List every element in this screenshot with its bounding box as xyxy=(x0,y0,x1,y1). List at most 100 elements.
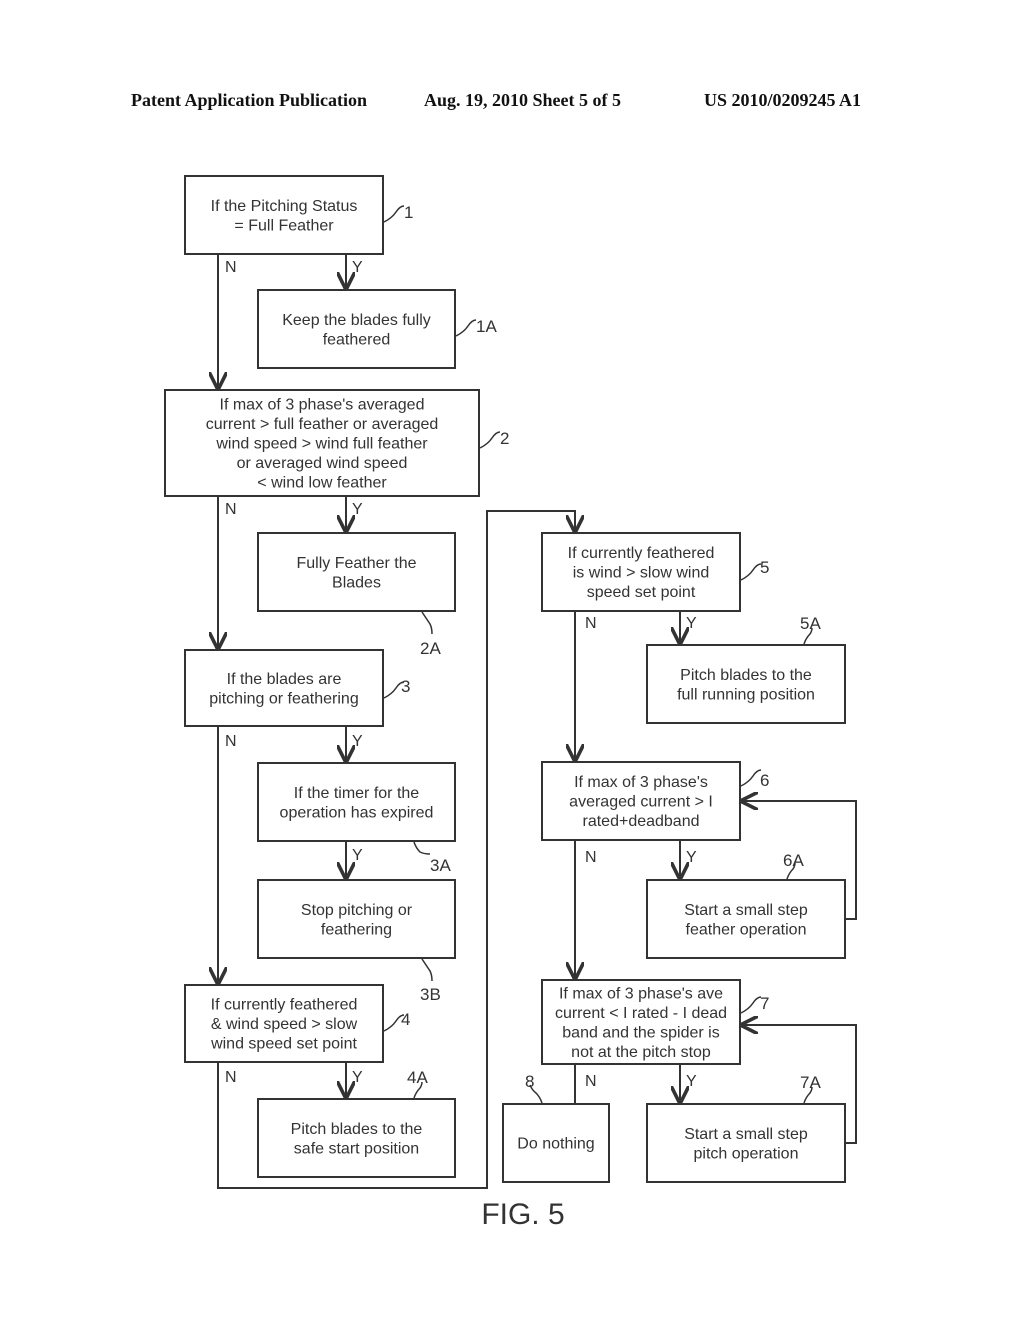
branch-label-yes: Y xyxy=(352,733,363,750)
node-text-line: Fully Feather the xyxy=(296,555,416,572)
node-text-line: If the timer for the xyxy=(294,785,419,802)
reference-leader-line xyxy=(413,841,431,855)
node-6: If max of 3 phase's averaged current > I r… xyxy=(541,761,769,841)
branch-label-no: N xyxy=(225,259,237,276)
branch-label-yes: Y xyxy=(352,501,363,518)
node-text-line: If currently feathered xyxy=(568,545,715,562)
reference-numeral: 3A xyxy=(430,856,451,875)
node-5: If currently feathered is wind > slow win… xyxy=(541,532,769,612)
branch-label-no: N xyxy=(225,733,237,750)
branch-label-no: N xyxy=(585,615,597,632)
node-box xyxy=(184,649,384,727)
node-text-line: pitch operation xyxy=(694,1145,799,1162)
reference-leader-line xyxy=(740,769,762,787)
node-text-line: If max of 3 phase's xyxy=(574,774,708,791)
node-text-line: current < I rated - I dead xyxy=(555,1005,727,1022)
node-text-line: If max of 3 phase's averaged xyxy=(220,397,425,414)
branch-label-yes: Y xyxy=(352,259,363,276)
reference-numeral: 6 xyxy=(760,771,769,790)
reference-numeral: 7A xyxy=(800,1073,821,1092)
reference-leader-line xyxy=(421,611,433,635)
node-5a: Pitch blades to the full running position… xyxy=(646,614,846,724)
node-2a: Fully Feather the Blades 2A xyxy=(257,532,456,658)
node-text-line: = Full Feather xyxy=(234,217,334,234)
branch-label-yes: Y xyxy=(686,849,697,866)
node-3: If the blades are pitching or feathering 3 xyxy=(184,649,410,727)
node-text-line: Pitch blades to the xyxy=(291,1121,423,1138)
reference-numeral: 7 xyxy=(760,994,769,1013)
reference-numeral: 1A xyxy=(476,317,497,336)
figure-label: FIG. 5 xyxy=(481,1198,564,1231)
branch-label-no: N xyxy=(225,1069,237,1086)
node-text-line: safe start position xyxy=(294,1140,419,1157)
reference-leader-line xyxy=(740,996,762,1014)
reference-numeral: 5 xyxy=(760,558,769,577)
reference-numeral: 4A xyxy=(407,1068,428,1087)
node-text-line: speed set point xyxy=(587,584,696,601)
node-box xyxy=(646,1103,846,1183)
reference-leader-line xyxy=(455,319,477,337)
node-box xyxy=(257,1098,456,1178)
node-6a: Start a small step feather operation 6A xyxy=(646,851,846,959)
node-box xyxy=(184,175,384,255)
branch-label-no: N xyxy=(585,849,597,866)
node-text-line: or averaged wind speed xyxy=(237,455,408,472)
node-2: If max of 3 phase's averaged current > fu… xyxy=(164,389,509,497)
reference-numeral: 3B xyxy=(420,985,441,1004)
node-text-line: Stop pitching or xyxy=(301,902,413,919)
node-box xyxy=(257,762,456,842)
node-box xyxy=(257,289,456,369)
node-box xyxy=(257,879,456,959)
node-text-line: feather operation xyxy=(686,921,807,938)
node-text-line: feathered xyxy=(323,331,391,348)
node-text-line: band and the spider is xyxy=(562,1024,719,1041)
branch-label-yes: Y xyxy=(352,847,363,864)
branch-label-yes: Y xyxy=(686,1073,697,1090)
node-text-line: feathering xyxy=(321,921,392,938)
node-text-line: < wind low feather xyxy=(257,475,387,492)
reference-numeral: 2 xyxy=(500,429,509,448)
node-text-line: pitching or feathering xyxy=(209,690,358,707)
node-text-line: Blades xyxy=(332,574,381,591)
reference-leader-line xyxy=(479,431,501,449)
node-text-line: Do nothing xyxy=(517,1136,594,1153)
node-text-line: Start a small step xyxy=(684,1126,808,1143)
node-text-line: & wind speed > slow xyxy=(211,1016,358,1033)
node-text-line: operation has expired xyxy=(280,804,434,821)
node-text-line: is wind > slow wind xyxy=(573,565,710,582)
reference-numeral: 4 xyxy=(401,1010,410,1029)
node-box xyxy=(257,532,456,612)
branch-label-yes: Y xyxy=(686,615,697,632)
node-1: If the Pitching Status = Full Feather 1 xyxy=(184,175,413,255)
node-text-line: wind speed set point xyxy=(210,1036,357,1053)
reference-numeral: 2A xyxy=(420,639,441,658)
node-box xyxy=(646,644,846,724)
connector-arrow xyxy=(217,510,575,1189)
node-text-line: wind speed > wind full feather xyxy=(215,436,428,453)
node-text-line: rated+deadband xyxy=(583,813,700,830)
branch-label-no: N xyxy=(585,1073,597,1090)
reference-leader-line xyxy=(383,205,405,223)
node-text-line: Start a small step xyxy=(684,902,808,919)
node-text-line: current > full feather or averaged xyxy=(206,416,439,433)
node-text-line: full running position xyxy=(677,686,815,703)
reference-numeral: 6A xyxy=(783,851,804,870)
reference-leader-line xyxy=(421,958,433,982)
node-7a: Start a small step pitch operation 7A xyxy=(646,1073,846,1183)
node-text-line: If max of 3 phase's ave xyxy=(559,985,723,1002)
reference-leader-line xyxy=(740,563,762,581)
branch-label-yes: Y xyxy=(352,1069,363,1086)
node-box xyxy=(646,879,846,959)
node-1a: Keep the blades fully feathered 1A xyxy=(257,289,497,369)
node-text-line: averaged current > I xyxy=(569,794,713,811)
reference-numeral: 3 xyxy=(401,677,410,696)
flowchart: N Y N Y N Y Y N Y N Y N Y N Y If the Pitching Status = … xyxy=(164,175,857,1231)
node-text-line: If the Pitching Status xyxy=(211,198,358,215)
node-4: If currently feathered & wind speed > slo… xyxy=(184,984,410,1063)
node-text-line: Pitch blades to the xyxy=(680,667,812,684)
nodes: If the Pitching Status = Full Feather 1 Kee… xyxy=(164,175,846,1183)
node-text-line: If currently feathered xyxy=(211,997,358,1014)
node-text-line: If the blades are xyxy=(227,671,342,688)
reference-numeral: 5A xyxy=(800,614,821,633)
reference-numeral: 1 xyxy=(404,203,413,222)
